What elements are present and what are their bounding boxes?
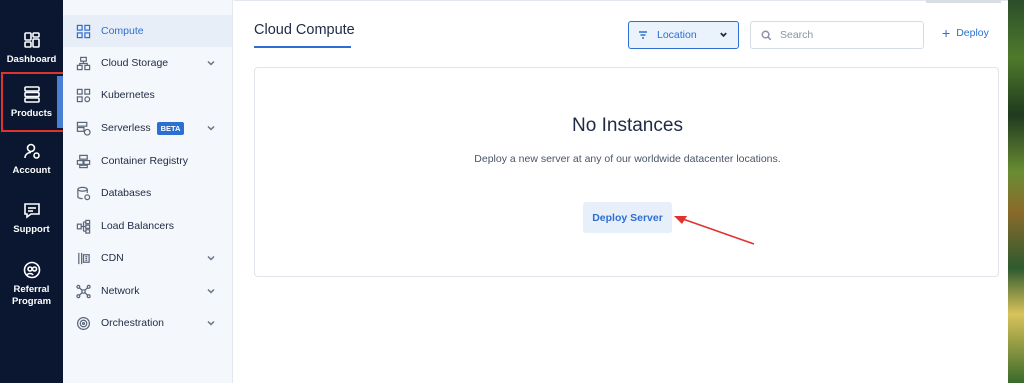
rail-label-support: Support	[13, 224, 50, 235]
kubernetes-icon	[75, 87, 91, 103]
sidebar-item-label: Databases	[101, 187, 152, 199]
sidebar-item-label: Serverless	[101, 122, 151, 134]
rail-label-dashboard: Dashboard	[6, 54, 57, 65]
rail-label-referral: Referral Program	[11, 284, 52, 307]
sidebar-item-container-registry[interactable]: Container Registry	[63, 145, 232, 177]
sidebar-item-load-balancers[interactable]: Load Balancers	[63, 210, 232, 242]
orchestration-icon	[75, 315, 91, 331]
search-box[interactable]	[750, 21, 924, 49]
sidebar-item-compute[interactable]: Compute	[63, 15, 232, 47]
sidebar-item-serverless[interactable]: Serverless BETA	[63, 112, 232, 144]
beta-badge: BETA	[156, 121, 185, 135]
rail-item-dashboard[interactable]: Dashboard	[0, 30, 63, 66]
title-underline	[254, 46, 351, 48]
empty-state-card: No Instances Deploy a new server at any …	[254, 67, 999, 277]
rail-label-account: Account	[12, 165, 51, 176]
serverless-icon	[75, 120, 91, 136]
sidebar-item-network[interactable]: Network	[63, 275, 232, 307]
support-icon	[23, 203, 40, 219]
annotation-arrow	[674, 216, 755, 245]
top-shadow	[926, 0, 1001, 3]
sidebar-item-label: Orchestration	[101, 317, 165, 329]
filter-icon	[639, 31, 647, 39]
sidebar-item-cloud-storage[interactable]: Cloud Storage	[63, 47, 232, 79]
plus-icon: +	[942, 25, 951, 41]
product-sidebar: Compute Cloud Storage Kubernetes Serverl…	[63, 0, 233, 383]
chevron-down-icon[interactable]	[206, 58, 216, 68]
location-filter-dropdown[interactable]: Location	[628, 21, 739, 49]
page-title: Cloud Compute	[254, 22, 355, 38]
primary-nav-rail: Dashboard Products Account Support Refer…	[0, 0, 63, 383]
storage-icon	[75, 55, 91, 71]
deploy-server-button[interactable]: Deploy Server	[583, 202, 672, 233]
location-label: Location	[657, 29, 697, 41]
sidebar-item-kubernetes[interactable]: Kubernetes	[63, 79, 232, 111]
deploy-link[interactable]: + Deploy	[942, 25, 989, 41]
search-input[interactable]	[780, 29, 910, 41]
products-highlight-box	[1, 72, 65, 132]
rail-item-support[interactable]: Support	[0, 200, 63, 236]
sidebar-item-orchestration[interactable]: Orchestration	[63, 307, 232, 339]
chevron-down-icon[interactable]	[206, 123, 216, 133]
chevron-down-icon[interactable]	[206, 286, 216, 296]
container-icon	[75, 153, 91, 169]
sidebar-item-label: Network	[101, 285, 140, 297]
main-content: Cloud Compute Location + Deploy No Insta…	[234, 0, 1024, 383]
rail-item-referral[interactable]: Referral Program	[0, 260, 63, 308]
chevron-down-icon[interactable]	[206, 253, 216, 263]
sidebar-item-label: CDN	[101, 252, 124, 264]
cdn-icon	[75, 250, 91, 266]
chevron-down-icon[interactable]	[206, 318, 216, 328]
sidebar-item-label: Load Balancers	[101, 220, 174, 232]
sidebar-item-label: Kubernetes	[101, 89, 155, 101]
sidebar-item-label: Compute	[101, 25, 144, 37]
referral-icon	[23, 261, 40, 279]
rail-item-account[interactable]: Account	[0, 141, 63, 177]
search-icon	[761, 30, 772, 40]
network-icon	[75, 283, 91, 299]
dashboard-icon	[23, 32, 40, 48]
sidebar-item-label: Container Registry	[101, 155, 188, 167]
account-icon	[23, 143, 40, 159]
sidebar-item-label: Cloud Storage	[101, 57, 169, 69]
chevron-down-icon	[719, 30, 728, 42]
top-divider	[234, 0, 1024, 1]
compute-icon	[75, 23, 91, 39]
deploy-label: Deploy	[956, 27, 989, 39]
background-image-strip	[1008, 0, 1024, 383]
sidebar-item-databases[interactable]: Databases	[63, 177, 232, 209]
empty-state-subtitle: Deploy a new server at any of our worldw…	[474, 153, 781, 165]
empty-state-title: No Instances	[572, 115, 683, 136]
loadbalancer-icon	[75, 218, 91, 234]
sidebar-item-cdn[interactable]: CDN	[63, 242, 232, 274]
database-icon	[75, 185, 91, 201]
